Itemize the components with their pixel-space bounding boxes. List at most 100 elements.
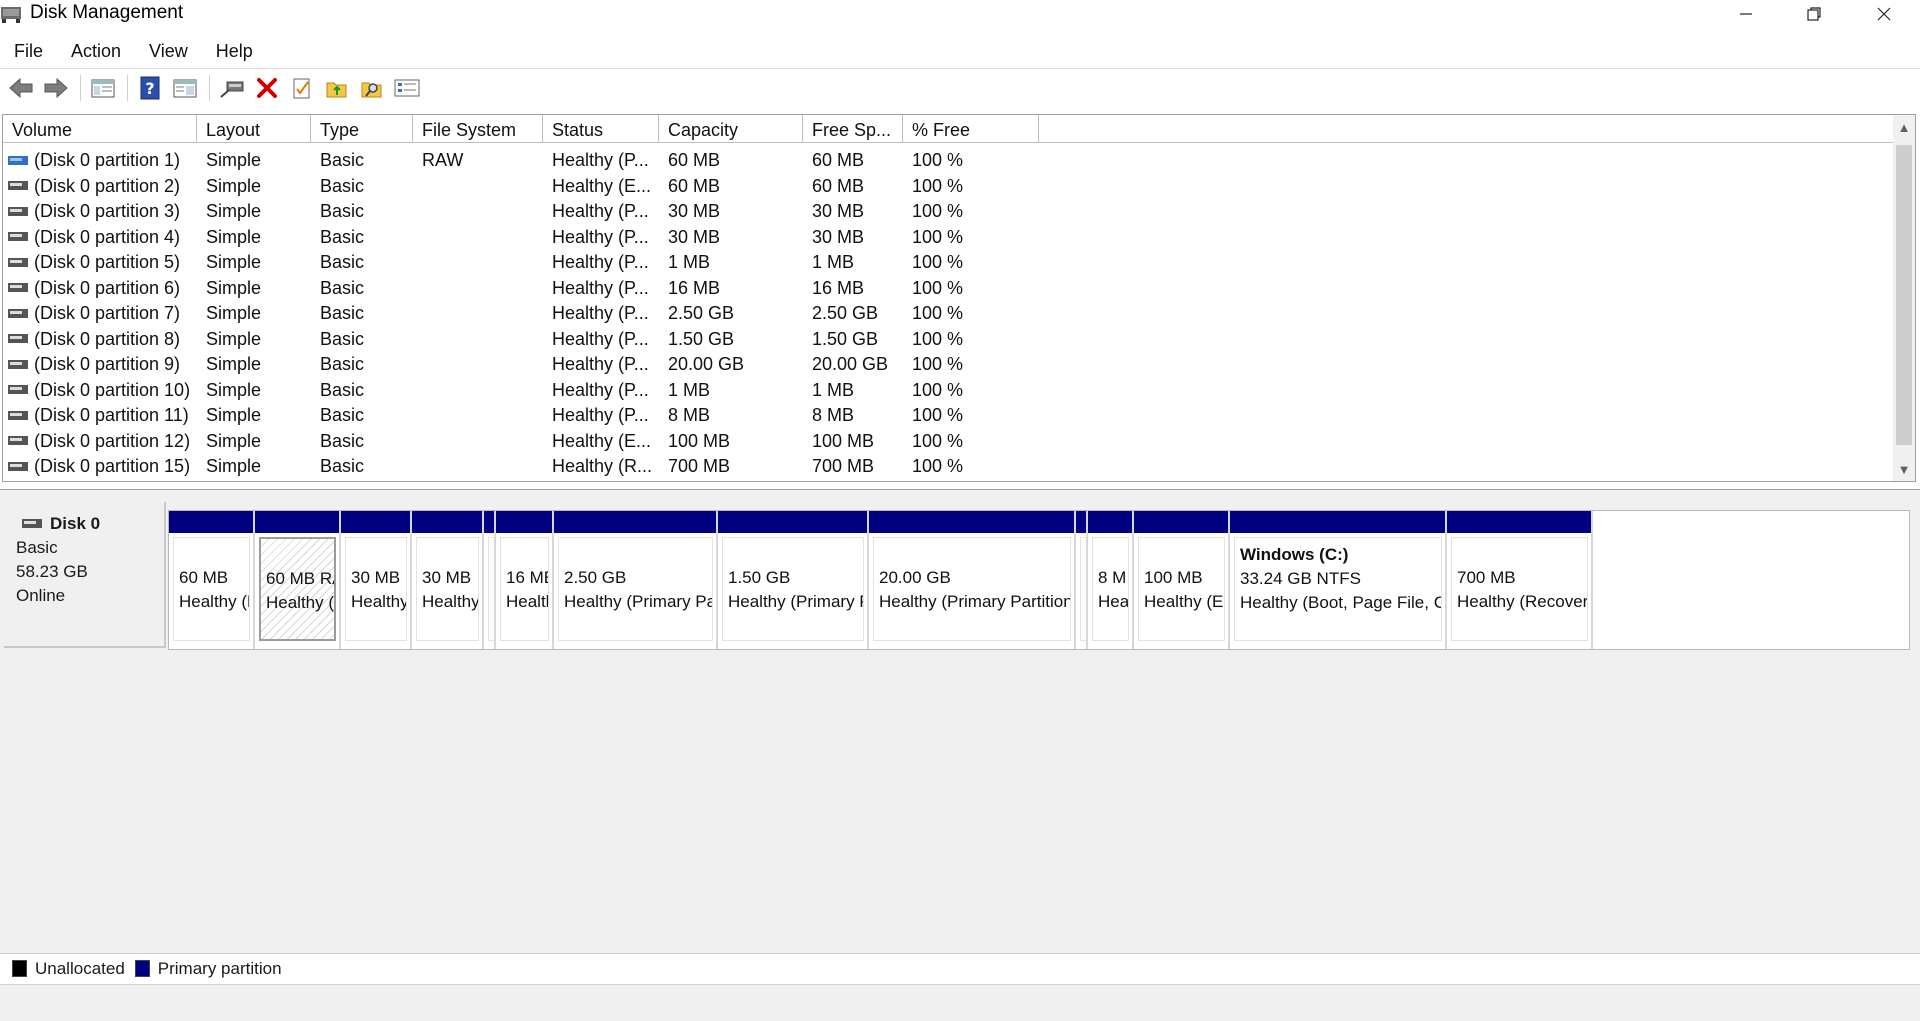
disk-list-view-button[interactable] — [392, 73, 422, 103]
status-bar — [0, 984, 1920, 1021]
menu-view[interactable]: View — [135, 38, 202, 66]
table-row[interactable]: (Disk 0 partition 15) Simple Basic Healthy … — [3, 454, 1039, 480]
disk-list-view-icon — [394, 79, 420, 97]
volume-icon — [8, 181, 28, 191]
partition-block[interactable]: 8 M Hea — [1088, 511, 1134, 649]
cell-type: Basic — [320, 405, 365, 426]
partition-title: Windows (C:) — [1240, 545, 1349, 564]
table-row[interactable]: (Disk 0 partition 11) Simple Basic Healthy … — [3, 403, 1039, 429]
partition-info: 700 MB Healthy (Recovery I — [1451, 537, 1588, 641]
table-row[interactable]: (Disk 0 partition 5) Simple Basic Healthy (… — [3, 250, 1039, 276]
minimize-button[interactable] — [1712, 0, 1780, 28]
volume-icon — [8, 461, 28, 471]
cell-percent-free: 100 % — [912, 430, 964, 451]
partition-block[interactable] — [484, 511, 496, 649]
partition-info: 16 ME Healtl — [500, 537, 549, 641]
table-row[interactable]: (Disk 0 partition 3) Simple Basic Healthy (… — [3, 199, 1039, 225]
partition-block[interactable]: 700 MB Healthy (Recovery I — [1447, 511, 1593, 649]
menu-action[interactable]: Action — [57, 38, 135, 66]
scroll-down-icon[interactable]: ▼ — [1893, 457, 1915, 481]
volume-name: (Disk 0 partition 7) — [34, 303, 181, 324]
partition-block[interactable]: 2.50 GB Healthy (Primary Partit — [554, 511, 718, 649]
partition-block[interactable]: 60 MB Healthy (E — [169, 511, 255, 649]
cell-percent-free: 100 % — [912, 226, 964, 247]
partition-size: 60 MB — [179, 568, 229, 587]
cell-volume: (Disk 0 partition 2) — [3, 176, 197, 197]
partition-type-bar — [255, 511, 339, 533]
show-hide-console-tree-button[interactable] — [88, 73, 118, 103]
cell-free-space: 60 MB — [812, 175, 865, 196]
volume-list-scrollbar[interactable]: ▲ ▼ — [1893, 115, 1915, 481]
cell-percent-free: 100 % — [912, 252, 964, 273]
menu-help[interactable]: Help — [202, 38, 267, 66]
table-row[interactable]: (Disk 0 partition 12) Simple Basic Healthy … — [3, 429, 1039, 455]
show-pane-button[interactable] — [170, 73, 200, 103]
column-header-file-system[interactable]: File System — [413, 115, 543, 143]
table-row[interactable]: (Disk 0 partition 4) Simple Basic Healthy (… — [3, 225, 1039, 251]
partition-block[interactable]: Windows (C:) 33.24 GB NTFS Healthy (Boot, … — [1230, 511, 1447, 649]
partition-block[interactable]: 16 ME Healtl — [496, 511, 554, 649]
cell-type: Basic — [320, 150, 365, 171]
partition-info: Windows (C:) 33.24 GB NTFS Healthy (Boot, … — [1234, 537, 1442, 641]
partition-info: 100 MB Healthy (EFI — [1138, 537, 1225, 641]
column-header-filler — [1039, 115, 1895, 143]
column-header-capacity[interactable]: Capacity — [659, 115, 803, 143]
restore-button[interactable] — [1780, 0, 1848, 28]
table-row[interactable]: (Disk 0 partition 2) Simple Basic Healthy (… — [3, 174, 1039, 200]
table-row[interactable]: (Disk 0 partition 10) Simple Basic Healthy … — [3, 378, 1039, 404]
cell-layout: Simple — [206, 405, 262, 426]
properties-button[interactable] — [287, 73, 317, 103]
table-row[interactable]: (Disk 0 partition 8) Simple Basic Healthy (… — [3, 327, 1039, 353]
cell-percent-free: 100 % — [912, 379, 964, 400]
volume-icon — [8, 283, 28, 293]
partition-info: 30 MB Healthy — [416, 537, 479, 641]
cell-free-space: 8 MB — [812, 405, 855, 426]
cell-type: Basic — [320, 252, 365, 273]
close-button[interactable] — [1850, 0, 1918, 28]
cell-capacity: 30 MB — [668, 201, 721, 222]
forward-button[interactable] — [41, 73, 71, 103]
table-row[interactable]: (Disk 0 partition 7) Simple Basic Healthy (… — [3, 301, 1039, 327]
cell-type: Basic — [320, 328, 365, 349]
partition-block[interactable]: 60 MB RA’ Healthy (P — [255, 511, 341, 649]
partition-block[interactable]: 30 MB Healthy — [412, 511, 484, 649]
open-folder-up-button[interactable] — [322, 73, 352, 103]
delete-button[interactable] — [252, 73, 282, 103]
partition-block[interactable]: 20.00 GB Healthy (Primary Partition) — [869, 511, 1076, 649]
column-header-layout[interactable]: Layout — [197, 115, 311, 143]
scrollbar-thumb[interactable] — [1896, 145, 1912, 445]
restore-icon — [1807, 7, 1821, 21]
column-header-volume[interactable]: Volume — [3, 115, 197, 143]
cell-type: Basic — [320, 430, 365, 451]
table-row[interactable]: (Disk 0 partition 1) Simple Basic RAW Health… — [3, 148, 1039, 174]
connect-disk-button[interactable] — [217, 73, 247, 103]
volume-name: (Disk 0 partition 10) — [34, 379, 191, 400]
partition-block[interactable]: 100 MB Healthy (EFI — [1134, 511, 1230, 649]
table-row[interactable]: (Disk 0 partition 9) Simple Basic Healthy (… — [3, 352, 1039, 378]
partition-block[interactable]: 1.50 GB Healthy (Primary Par — [718, 511, 869, 649]
partition-block[interactable]: 30 MB Healthy — [341, 511, 412, 649]
help-button[interactable]: ? — [135, 73, 165, 103]
column-header-type[interactable]: Type — [311, 115, 413, 143]
column-header-status[interactable]: Status — [543, 115, 659, 143]
column-header-percent-free[interactable]: % Free — [903, 115, 1039, 143]
column-header-free-space[interactable]: Free Sp... — [803, 115, 903, 143]
partition-type-bar — [341, 511, 410, 533]
disk-0-label[interactable]: Disk 0 Basic 58.23 GB Online — [4, 502, 166, 648]
partition-type-bar — [1076, 511, 1086, 533]
back-button[interactable] — [6, 73, 36, 103]
menu-file[interactable]: File — [0, 38, 57, 66]
cell-percent-free: 100 % — [912, 303, 964, 324]
partition-block[interactable] — [1076, 511, 1088, 649]
volume-icon — [8, 206, 28, 216]
table-row[interactable]: (Disk 0 partition 6) Simple Basic Healthy (… — [3, 276, 1039, 302]
toolbar-separator — [127, 75, 128, 101]
volume-name: (Disk 0 partition 11) — [34, 405, 189, 426]
cell-file-system: RAW — [422, 150, 464, 171]
cell-capacity: 1 MB — [668, 252, 711, 273]
cell-status: Healthy (R... — [552, 456, 653, 477]
cell-layout: Simple — [206, 430, 262, 451]
title-bar: Disk Management — [0, 0, 1920, 28]
search-folder-button[interactable] — [357, 73, 387, 103]
scroll-up-icon[interactable]: ▲ — [1893, 115, 1915, 139]
